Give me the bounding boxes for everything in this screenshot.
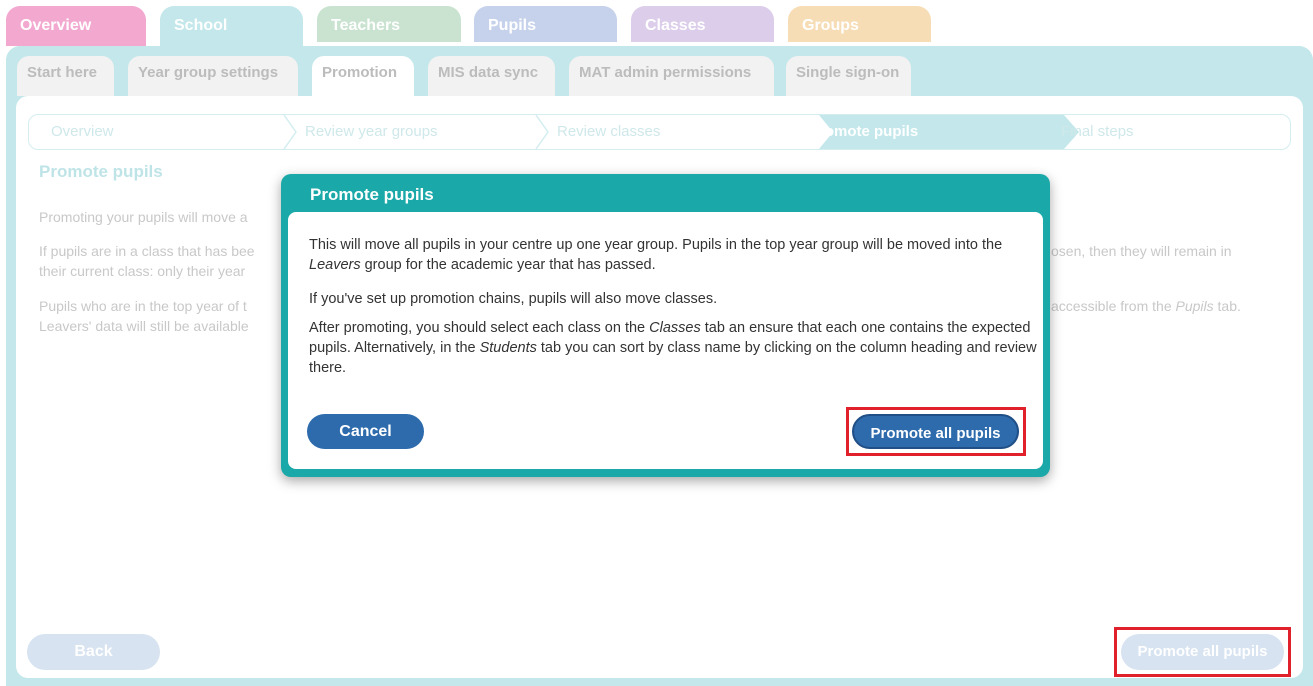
tab-school-label: School bbox=[174, 17, 228, 34]
step-review-year-groups-label: Review year groups bbox=[305, 123, 438, 140]
dialog-paragraph-1-pre: This will move all pupils in your centre… bbox=[309, 237, 1003, 253]
tab-classes-label: Classes bbox=[645, 17, 706, 34]
dialog-title: Promote pupils bbox=[310, 185, 434, 204]
tab-groups[interactable]: Groups bbox=[788, 6, 931, 42]
page-title: Promote pupils bbox=[39, 162, 163, 181]
tab-groups-label: Groups bbox=[802, 17, 859, 34]
dialog-paragraph-3: After promoting, you should select each … bbox=[309, 318, 1039, 378]
steps-bar: Overview Review year groups Review class… bbox=[28, 114, 1291, 150]
subtab-year-group-settings-label: Year group settings bbox=[138, 64, 279, 81]
tab-pupils[interactable]: Pupils bbox=[474, 6, 617, 42]
subtab-mat-admin-permissions-label: MAT admin permissions bbox=[579, 64, 752, 81]
subtab-year-group-settings[interactable]: Year group settings bbox=[128, 56, 298, 96]
dialog-paragraph-1-em: Leavers bbox=[309, 257, 361, 273]
tab-overview[interactable]: Overview bbox=[6, 6, 146, 46]
leavers-info-text-3-post: tab. bbox=[1213, 298, 1241, 314]
leavers-info-text-3: accessible from the Pupils tab. bbox=[1051, 296, 1241, 316]
dialog-paragraph-2: If you've set up promotion chains, pupil… bbox=[309, 291, 718, 307]
intro-text: Promoting your pupils will move a bbox=[39, 209, 248, 225]
tab-classes[interactable]: Classes bbox=[631, 6, 774, 42]
tab-overview-label: Overview bbox=[20, 17, 92, 34]
cancel-button[interactable]: Cancel bbox=[307, 414, 424, 449]
subtab-mis-data-sync-label: MIS data sync bbox=[438, 64, 539, 81]
back-button[interactable]: Back bbox=[27, 634, 160, 670]
step-final-steps[interactable]: Final steps bbox=[1039, 115, 1239, 149]
step-review-year-groups[interactable]: Review year groups bbox=[283, 115, 535, 149]
tab-teachers[interactable]: Teachers bbox=[317, 6, 461, 42]
tab-teachers-label: Teachers bbox=[331, 17, 401, 34]
subtab-mat-admin-permissions[interactable]: MAT admin permissions bbox=[569, 56, 774, 96]
leavers-info-text-2: Leavers' data will still be available bbox=[39, 318, 249, 334]
dialog-paragraph-1-post: group for the academic year that has pas… bbox=[360, 257, 656, 273]
dialog-highlight-box bbox=[846, 407, 1026, 456]
dialog-paragraph-1: This will move all pupils in your centre… bbox=[309, 235, 1039, 275]
tab-pupils-label: Pupils bbox=[488, 17, 537, 34]
step-review-classes[interactable]: Review classes bbox=[535, 115, 789, 149]
step-final-steps-label: Final steps bbox=[1061, 123, 1134, 140]
leavers-info-text-3-pre: accessible from the bbox=[1051, 298, 1176, 314]
step-overview[interactable]: Overview bbox=[29, 115, 285, 149]
class-info-text-1: If pupils are in a class that has bee bbox=[39, 243, 255, 259]
dialog-paragraph-3-pre: After promoting, you should select each … bbox=[309, 320, 650, 336]
tab-school[interactable]: School bbox=[160, 6, 303, 48]
subtab-start-here[interactable]: Start here bbox=[17, 56, 114, 96]
class-info-text-2: their current class: only their year bbox=[39, 263, 246, 279]
step-promote-pupils[interactable]: Promote pupils bbox=[787, 115, 1047, 149]
subtab-promotion[interactable]: Promotion bbox=[312, 56, 414, 96]
subtab-mis-data-sync[interactable]: MIS data sync bbox=[428, 56, 555, 96]
class-info-text-3: osen, then they will remain in bbox=[1051, 243, 1232, 259]
step-review-classes-label: Review classes bbox=[557, 123, 661, 140]
highlight-box bbox=[1114, 627, 1291, 677]
dialog-paragraph-3-em2: Students bbox=[479, 340, 537, 356]
subtab-single-sign-on-label: Single sign-on bbox=[796, 64, 900, 81]
subtab-start-here-label: Start here bbox=[27, 64, 98, 81]
step-promote-pupils-label: Promote pupils bbox=[809, 123, 919, 140]
step-overview-label: Overview bbox=[51, 123, 114, 140]
subtab-promotion-label: Promotion bbox=[322, 64, 397, 81]
dialog-paragraph-3-em1: Classes bbox=[649, 320, 701, 336]
subtab-single-sign-on[interactable]: Single sign-on bbox=[786, 56, 911, 96]
leavers-info-text-3-em: Pupils bbox=[1175, 298, 1214, 314]
leavers-info-text-1: Pupils who are in the top year of t bbox=[39, 298, 247, 314]
